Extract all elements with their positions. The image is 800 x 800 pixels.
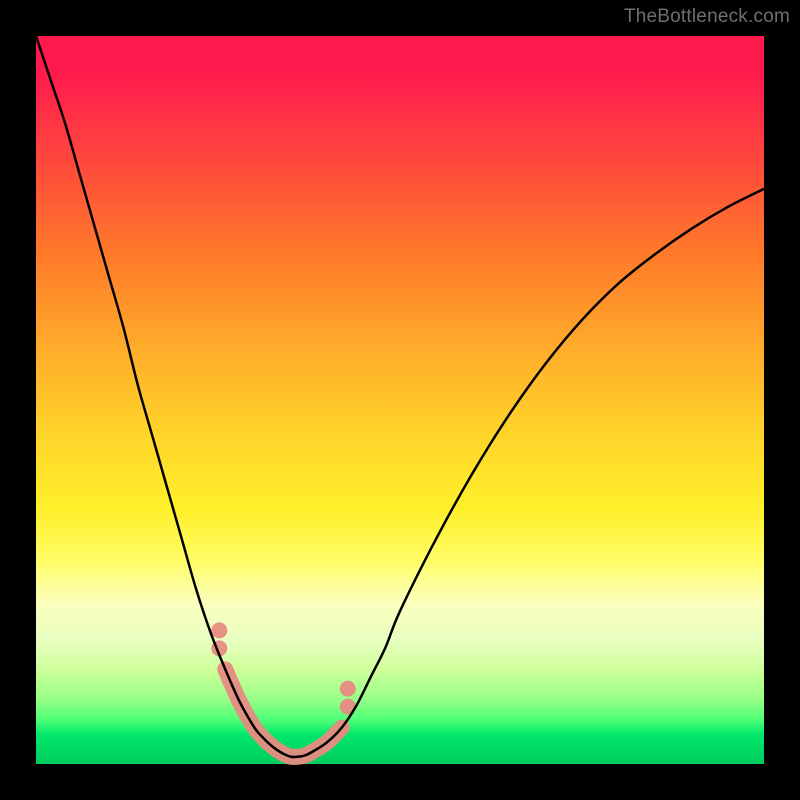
watermark-text: TheBottleneck.com (624, 6, 790, 28)
bottleneck-chart (36, 36, 764, 764)
chart-plot-area (36, 36, 764, 764)
bottleneck-curve (36, 36, 764, 757)
chart-frame: TheBottleneck.com (0, 0, 800, 800)
